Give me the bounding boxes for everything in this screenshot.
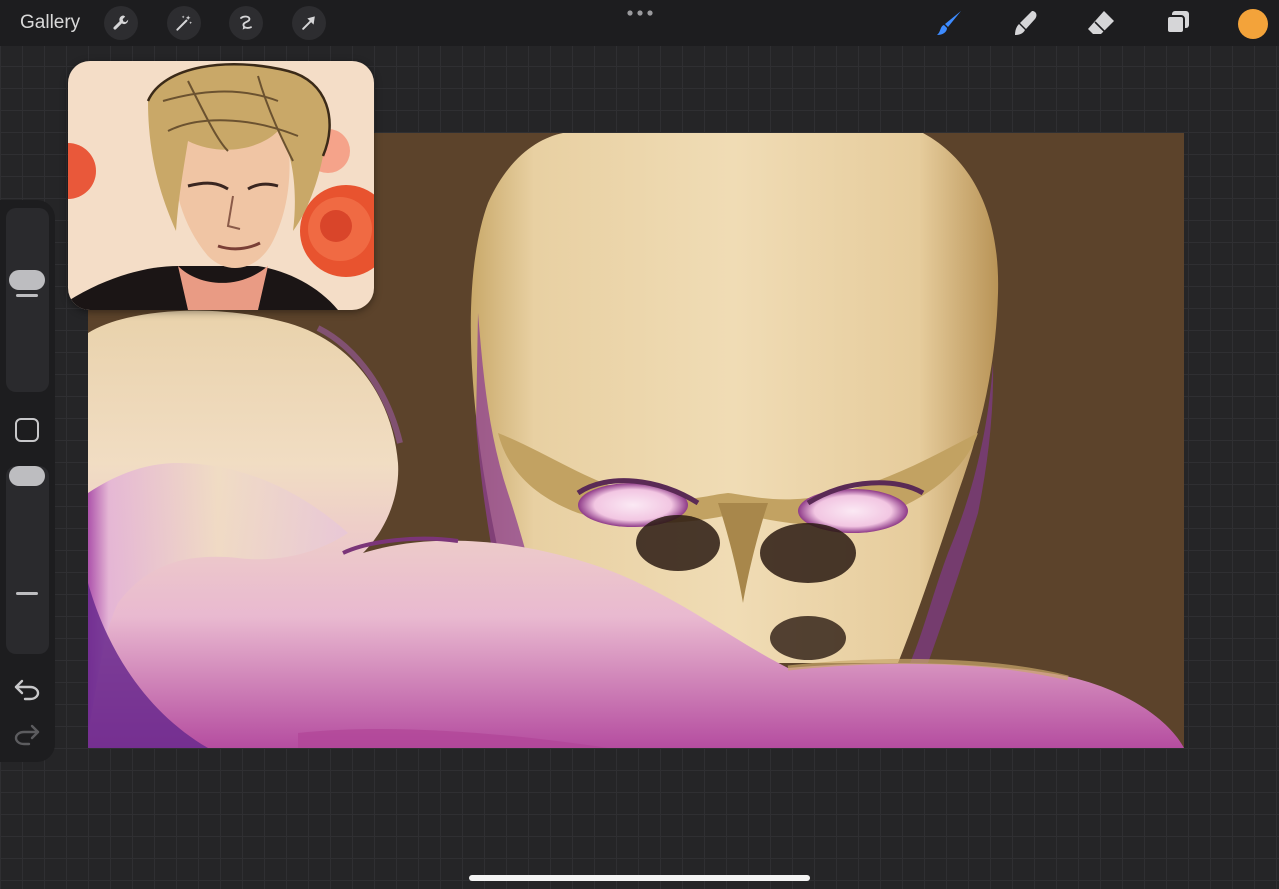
brush-icon	[937, 11, 961, 35]
opacity-thumb[interactable]	[9, 466, 45, 486]
top-toolbar: Gallery	[0, 0, 1279, 46]
transform-button[interactable]	[292, 6, 326, 40]
brush-tool-button[interactable]	[933, 6, 967, 40]
left-sidebar	[0, 200, 55, 762]
modify-button[interactable]	[15, 418, 39, 442]
transform-arrow-icon	[302, 16, 315, 30]
redo-icon[interactable]	[13, 722, 41, 746]
reference-image[interactable]	[68, 61, 374, 310]
opacity-tick	[16, 592, 38, 595]
brush-size-thumb-line	[16, 294, 38, 298]
magic-wand-icon	[176, 15, 193, 31]
reference-portrait-illustration	[68, 61, 374, 310]
smudge-icon	[1015, 11, 1037, 35]
layers-icon	[1166, 11, 1189, 34]
eraser-tool-button[interactable]	[1084, 6, 1118, 40]
brush-size-slider[interactable]	[6, 208, 49, 392]
smudge-tool-button[interactable]	[1009, 6, 1043, 40]
wrench-icon	[113, 15, 129, 30]
home-indicator[interactable]	[469, 875, 810, 881]
color-picker-button[interactable]	[1238, 9, 1268, 39]
layers-button[interactable]	[1161, 6, 1195, 40]
eraser-icon	[1088, 11, 1114, 34]
adjustments-button[interactable]	[167, 6, 201, 40]
opacity-slider[interactable]	[6, 466, 49, 654]
selection-button[interactable]	[229, 6, 263, 40]
undo-icon[interactable]	[13, 677, 41, 701]
actions-button[interactable]	[104, 6, 138, 40]
brush-size-thumb[interactable]	[9, 270, 45, 291]
selection-icon	[240, 15, 252, 30]
gallery-button[interactable]: Gallery	[20, 12, 80, 34]
more-options-icon[interactable]	[626, 8, 654, 18]
